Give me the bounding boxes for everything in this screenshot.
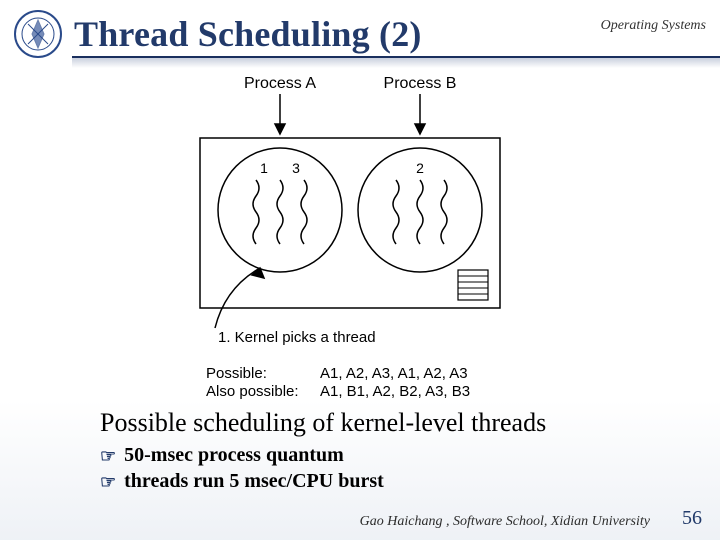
thread-label-1: 1 — [260, 160, 268, 176]
bullet-item: ☞ 50-msec process quantum — [100, 444, 680, 468]
pointing-hand-icon: ☞ — [100, 444, 116, 468]
thread-label-3: 3 — [292, 160, 300, 176]
pointer-arrow-icon — [215, 268, 264, 328]
also-possible-label: Also possible: — [206, 383, 299, 400]
thread-label-2: 2 — [416, 160, 424, 176]
page-number: 56 — [682, 507, 702, 530]
kernel-picks-caption: 1. Kernel picks a thread — [218, 329, 376, 346]
possible-seq: A1, A2, A3, A1, A2, A3 — [320, 365, 468, 382]
kernel-box — [200, 138, 500, 308]
possible-label: Possible: — [206, 365, 267, 382]
also-possible-seq: A1, B1, A2, B2, A3, B3 — [320, 383, 470, 400]
bullet-item: ☞ threads run 5 msec/CPU burst — [100, 470, 680, 494]
course-label: Operating Systems — [601, 18, 706, 34]
arrow-down-icon — [275, 94, 425, 134]
caption-block: Possible scheduling of kernel-level thre… — [100, 408, 680, 494]
header: Thread Scheduling (2) Operating Systems — [0, 0, 720, 66]
bullet-text: 50-msec process quantum — [124, 444, 344, 467]
university-logo — [8, 10, 68, 58]
process-b-label: Process B — [384, 75, 457, 92]
caption-main: Possible scheduling of kernel-level thre… — [100, 408, 680, 438]
pointing-hand-icon: ☞ — [100, 470, 116, 494]
bullet-text: threads run 5 msec/CPU burst — [124, 470, 384, 493]
thread-squiggle-icon — [253, 180, 447, 244]
diagram: Process A Process B 1 3 2 — [0, 70, 720, 400]
process-a-label: Process A — [244, 75, 316, 92]
slide-title: Thread Scheduling (2) — [74, 13, 422, 55]
footer-credit: Gao Haichang , Software School, Xidian U… — [360, 514, 650, 530]
runqueue-icon — [458, 270, 488, 300]
process-a-circle — [218, 148, 342, 272]
